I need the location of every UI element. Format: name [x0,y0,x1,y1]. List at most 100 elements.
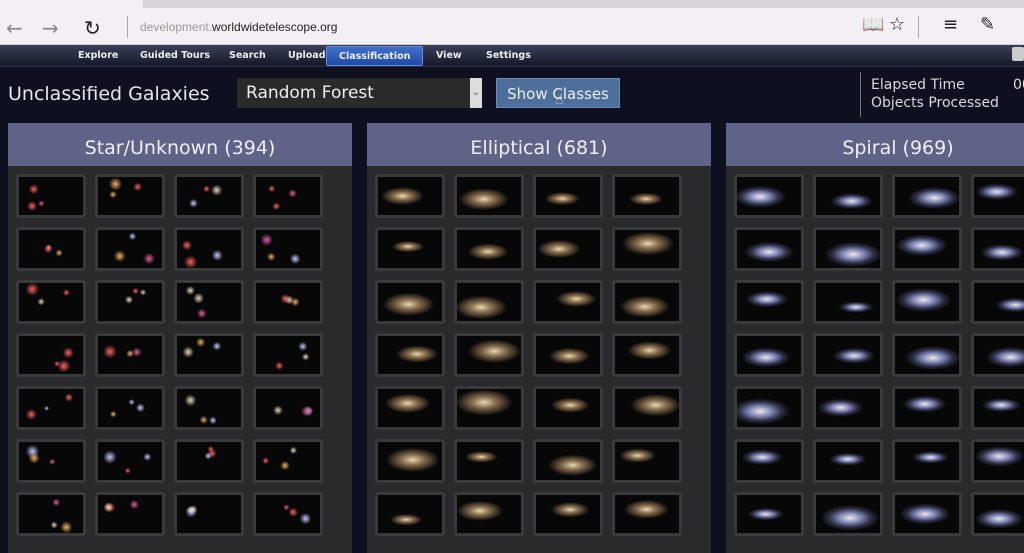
chevron-down-icon[interactable]: ⌄ [470,78,482,108]
galaxy-thumbnail[interactable] [533,174,603,218]
galaxy-thumbnail[interactable] [253,174,323,218]
galaxy-thumbnail[interactable] [612,280,682,324]
galaxy-thumbnail[interactable] [95,492,165,536]
galaxy-thumbnail[interactable] [95,386,165,430]
galaxy-thumbnail[interactable] [612,174,682,218]
favorite-star-icon[interactable]: ☆ [889,14,905,35]
galaxy-thumbnail[interactable] [971,333,1024,377]
galaxy-thumbnail[interactable] [971,227,1024,271]
galaxy-thumbnail[interactable] [375,174,445,218]
galaxy-thumbnail[interactable] [375,333,445,377]
galaxy-thumbnail[interactable] [16,439,86,483]
back-icon[interactable]: ← [6,16,23,40]
galaxy-thumbnail[interactable] [734,280,804,324]
galaxy-thumbnail[interactable] [454,174,524,218]
galaxy-thumbnail[interactable] [971,386,1024,430]
galaxy-thumbnail[interactable] [734,439,804,483]
nav-item-search[interactable]: Search [229,50,266,61]
galaxy-thumbnail[interactable] [734,386,804,430]
galaxy-thumbnail[interactable] [813,333,883,377]
nav-item-upload[interactable]: Upload [288,50,326,61]
galaxy-thumbnail[interactable] [813,439,883,483]
refresh-icon[interactable]: ↻ [84,16,101,40]
galaxy-thumbnail[interactable] [253,227,323,271]
galaxy-thumbnail[interactable] [734,227,804,271]
reading-view-icon[interactable]: 📖 [862,14,884,35]
galaxy-thumbnail[interactable] [95,227,165,271]
galaxy-thumbnail[interactable] [95,174,165,218]
galaxy-thumbnail[interactable] [16,386,86,430]
galaxy-thumbnail[interactable] [253,439,323,483]
galaxy-thumbnail[interactable] [533,439,603,483]
galaxy-thumbnail[interactable] [16,227,86,271]
galaxy-thumbnail[interactable] [16,280,86,324]
galaxy-thumbnail[interactable] [253,386,323,430]
galaxy-thumbnail[interactable] [16,333,86,377]
galaxy-thumbnail[interactable] [454,280,524,324]
galaxy-thumbnail[interactable] [454,227,524,271]
nav-item-guided-tours[interactable]: Guided Tours [140,50,210,61]
galaxy-thumbnail[interactable] [892,492,962,536]
galaxy-thumbnail[interactable] [612,386,682,430]
galaxy-thumbnail[interactable] [454,492,524,536]
galaxy-thumbnail[interactable] [533,227,603,271]
nav-item-classification[interactable]: Classification [326,46,424,66]
galaxy-thumbnail[interactable] [174,492,244,536]
galaxy-thumbnail[interactable] [971,174,1024,218]
galaxy-thumbnail[interactable] [813,227,883,271]
galaxy-thumbnail[interactable] [734,174,804,218]
galaxy-thumbnail[interactable] [892,280,962,324]
galaxy-thumbnail[interactable] [375,492,445,536]
galaxy-thumbnail[interactable] [95,439,165,483]
galaxy-thumbnail[interactable] [612,227,682,271]
galaxy-thumbnail[interactable] [734,333,804,377]
galaxy-thumbnail[interactable] [253,280,323,324]
galaxy-thumbnail[interactable] [813,280,883,324]
galaxy-thumbnail[interactable] [892,439,962,483]
galaxy-thumbnail[interactable] [375,227,445,271]
galaxy-thumbnail[interactable] [734,492,804,536]
galaxy-thumbnail[interactable] [892,333,962,377]
galaxy-thumbnail[interactable] [612,492,682,536]
galaxy-thumbnail[interactable] [454,439,524,483]
galaxy-thumbnail[interactable] [95,333,165,377]
galaxy-thumbnail[interactable] [892,174,962,218]
galaxy-thumbnail[interactable] [174,280,244,324]
galaxy-thumbnail[interactable] [971,280,1024,324]
galaxy-thumbnail[interactable] [813,492,883,536]
galaxy-thumbnail[interactable] [533,492,603,536]
galaxy-thumbnail[interactable] [174,174,244,218]
galaxy-thumbnail[interactable] [971,492,1024,536]
galaxy-thumbnail[interactable] [375,280,445,324]
galaxy-thumbnail[interactable] [813,386,883,430]
galaxy-thumbnail[interactable] [174,439,244,483]
galaxy-thumbnail[interactable] [95,280,165,324]
galaxy-thumbnail[interactable] [454,333,524,377]
galaxy-thumbnail[interactable] [533,333,603,377]
classifier-select[interactable]: Random Forest ⌄ [237,78,482,108]
galaxy-thumbnail[interactable] [16,492,86,536]
url-field[interactable]: development.worldwidetelescope.org [140,20,337,34]
galaxy-thumbnail[interactable] [253,492,323,536]
galaxy-thumbnail[interactable] [375,439,445,483]
galaxy-thumbnail[interactable] [892,227,962,271]
user-icon[interactable] [1012,47,1024,61]
galaxy-thumbnail[interactable] [375,386,445,430]
nav-item-settings[interactable]: Settings [486,50,531,61]
galaxy-thumbnail[interactable] [174,386,244,430]
galaxy-thumbnail[interactable] [454,386,524,430]
galaxy-thumbnail[interactable] [971,439,1024,483]
galaxy-thumbnail[interactable] [892,386,962,430]
browser-tab[interactable] [0,0,143,8]
galaxy-thumbnail[interactable] [16,174,86,218]
galaxy-thumbnail[interactable] [612,333,682,377]
galaxy-thumbnail[interactable] [533,386,603,430]
galaxy-thumbnail[interactable] [174,227,244,271]
forward-icon[interactable]: → [42,16,59,40]
nav-item-explore[interactable]: Explore [78,50,118,61]
galaxy-thumbnail[interactable] [533,280,603,324]
hub-icon[interactable]: ≡ [943,14,958,35]
galaxy-thumbnail[interactable] [253,333,323,377]
nav-item-view[interactable]: View [436,50,462,61]
web-note-icon[interactable]: ✎ [980,14,995,35]
